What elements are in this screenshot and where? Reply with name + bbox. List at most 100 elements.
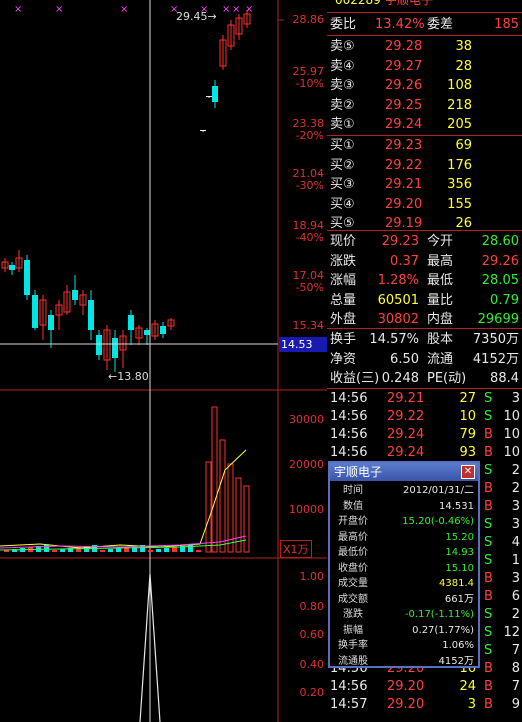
weibi-row: 委比 13.42% 委差 185: [330, 17, 519, 32]
quote-row: 总量 60501 量比 0.79: [327, 292, 522, 309]
quote-row: 现价 29.23 今开 28.60: [327, 233, 522, 250]
tick-side: S: [484, 409, 493, 424]
quote-label: 量比: [427, 292, 454, 308]
tick-time: 14:57: [330, 697, 368, 712]
tick-count: 10: [503, 427, 520, 442]
tick-side: S: [484, 553, 493, 568]
tick-row: 14:56 29.24 79 B 10: [327, 426, 522, 443]
order-label: 卖③: [330, 78, 355, 93]
close-icon[interactable]: ✕: [461, 465, 475, 479]
tick-side: S: [484, 535, 493, 550]
order-price: 29.21: [385, 177, 423, 192]
quote-row: 涨跌 0.37 最高 29.26: [327, 253, 522, 270]
order-volume: 205: [447, 117, 472, 132]
tick-count: 2: [511, 607, 520, 622]
order-label: 卖②: [330, 97, 355, 113]
order-price: 29.25: [385, 97, 423, 113]
tick-count: 3: [511, 499, 520, 514]
tick-volume: 10: [459, 409, 476, 424]
tick-time: 14:56: [330, 391, 368, 406]
stats-label: 换手: [330, 332, 357, 347]
stats-label: PE(动): [427, 371, 467, 386]
volume-axis-label: 20000: [289, 458, 324, 471]
popup-row: 数值 14.531: [330, 499, 478, 515]
popup-row: 振幅 0.27(1.77%): [330, 623, 478, 639]
volume-bar: [219, 439, 226, 553]
tick-row: 14:56 29.20 24 B 7: [327, 678, 522, 695]
order-volume: 38: [455, 39, 472, 54]
tick-side: S: [484, 463, 493, 478]
popup-row: 成交量 4381.4: [330, 576, 478, 592]
quote-label: 最低: [427, 273, 454, 288]
quote-value: 0.37: [390, 253, 419, 269]
indicator-axis-label: 1.00: [299, 570, 325, 583]
order-label: 卖④: [330, 58, 355, 74]
quote-row: 涨幅 1.28% 最低 28.05: [327, 272, 522, 289]
tick-count: 3: [511, 517, 520, 532]
popup-row: 最高价 15.20: [330, 530, 478, 546]
popup-key: 换手率: [338, 640, 368, 651]
volume-bar: [172, 547, 177, 552]
popup-key: 涨跌: [343, 609, 363, 620]
popup-key: 数值: [343, 500, 363, 512]
tick-count: 3: [511, 571, 520, 586]
popup-row: 涨跌 -0.17(-1.11%): [330, 607, 478, 623]
crosshair: [0, 0, 278, 722]
candle-body: [212, 86, 218, 102]
tick-price: 29.20: [387, 679, 425, 694]
order-label: 卖⑤: [330, 39, 355, 54]
volume-ma-lines: [0, 449, 247, 551]
popup-row: 时间 2012/01/31/二: [330, 483, 478, 499]
tick-side: S: [484, 643, 493, 658]
tick-time: 14:56: [330, 409, 368, 424]
quote-value: 30802: [377, 312, 419, 327]
order-price: 29.26: [385, 78, 423, 93]
stats-value: 0.248: [381, 371, 419, 386]
quote-value: 0.79: [490, 292, 519, 308]
tick-side: B: [484, 679, 493, 694]
popup-value: -0.17(-1.11%): [404, 609, 474, 620]
candle-body: [88, 300, 94, 330]
quote-label: 现价: [330, 234, 357, 249]
stats-label: 净资: [330, 351, 357, 367]
order-label: 买④: [330, 196, 355, 212]
order-label: 买①: [330, 138, 355, 153]
candle-body: [144, 330, 150, 335]
quote-label: 外盘: [330, 312, 357, 327]
tick-row: 14:56 29.22 10 S 10: [327, 408, 522, 425]
candle-body: [9, 265, 15, 270]
candle-body: [48, 315, 54, 330]
popup-value: 4152万: [438, 655, 474, 667]
tick-row: 14:56 29.24 93 B 10: [327, 444, 522, 461]
order-book-row: 卖② 29.25 218: [327, 97, 522, 114]
indicator-axis-label: 0.40: [299, 658, 325, 671]
candle-body: [128, 315, 134, 330]
stats-row: 换手 14.57% 股本 7350万: [327, 331, 522, 348]
popup-row: 最低价 14.93: [330, 545, 478, 561]
popup-key: 成交量: [338, 578, 368, 589]
tick-volume: 27: [459, 391, 476, 406]
volume-bar: [196, 550, 201, 552]
order-volume: 176: [447, 157, 472, 173]
volume-bar: [243, 485, 250, 553]
popup-title[interactable]: 宇顺电子 ✕: [330, 463, 478, 481]
tick-price: 29.24: [387, 445, 425, 460]
volume-axis-label: 10000: [289, 503, 324, 516]
popup-row: 开盘价 15.20(-0.46%): [330, 514, 478, 530]
popup-row: 成交额 661万: [330, 592, 478, 608]
tick-side: B: [484, 481, 493, 496]
popup-value: 661万: [444, 593, 474, 605]
tick-price: 29.20: [387, 697, 425, 712]
order-label: 买③: [330, 177, 355, 192]
volume-bar: [148, 550, 153, 552]
tick-count: 4: [511, 535, 520, 550]
order-price: 29.22: [385, 157, 423, 173]
popup-value: 14.93: [445, 547, 474, 558]
kline-chart[interactable]: × × × × × × × ×: [0, 0, 327, 722]
order-volume: 69: [455, 138, 472, 153]
tick-volume: 3: [467, 697, 476, 712]
stock-header: 002289 宇顺电子: [335, 0, 434, 7]
order-price: 29.28: [385, 39, 423, 54]
popup-row: 收盘价 15.10: [330, 561, 478, 577]
price-axis-pct: -30%: [295, 179, 324, 192]
